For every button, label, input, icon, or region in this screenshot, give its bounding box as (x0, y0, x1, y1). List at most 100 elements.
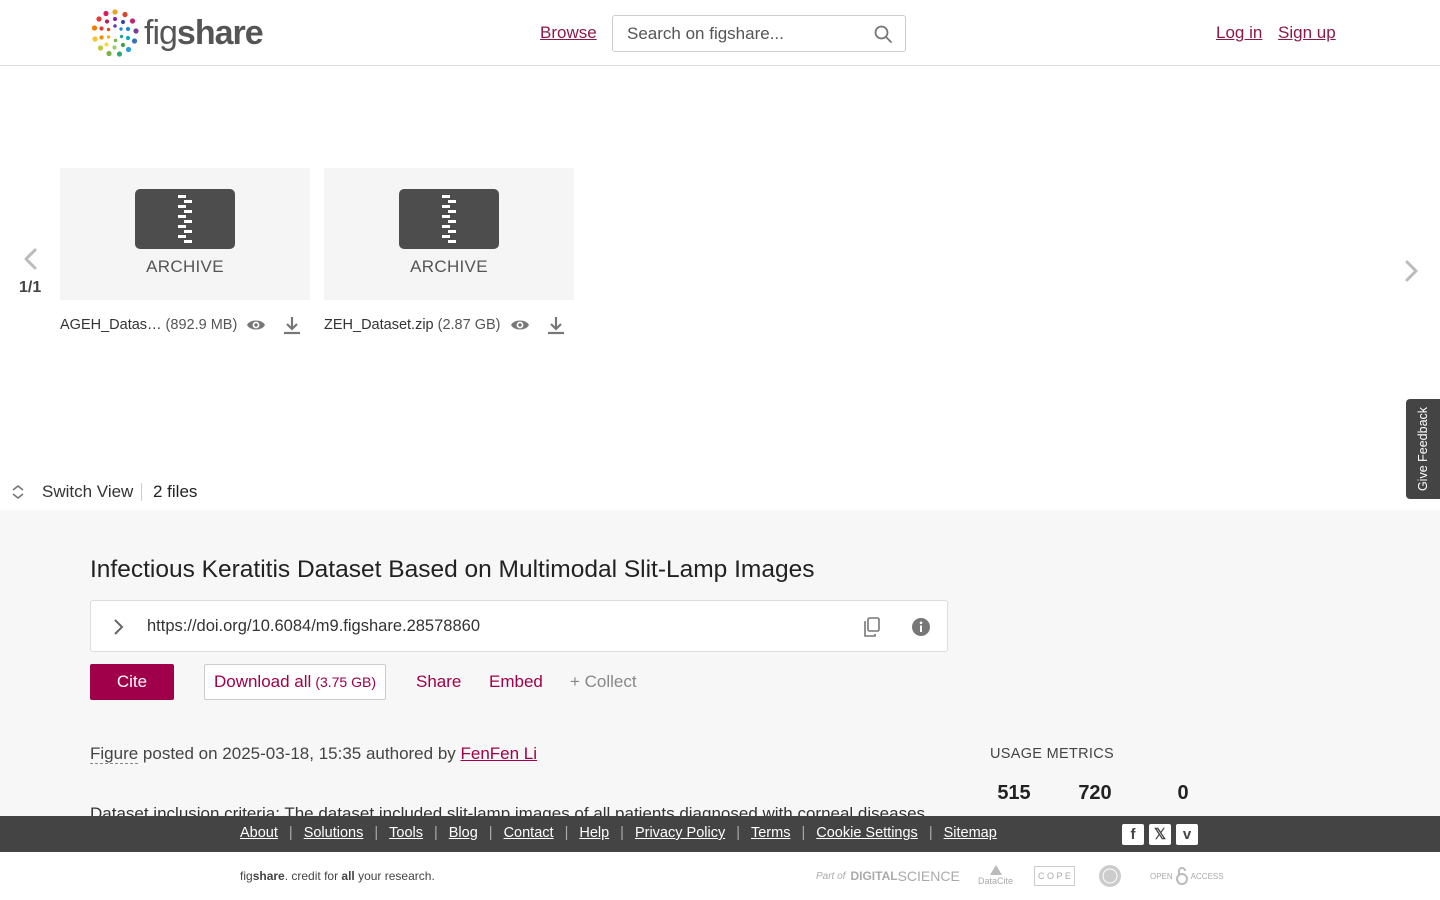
footer-link-sitemap[interactable]: Sitemap (944, 825, 997, 841)
separator: | (620, 825, 624, 841)
file-count: 2 files (153, 482, 198, 501)
download-all-label: Download all (213, 672, 312, 691)
carousel-page-count: 1/1 (19, 279, 42, 296)
search-box[interactable] (612, 15, 906, 52)
site-header: figshare Browse Log in Sign up (0, 0, 1440, 66)
file-meta: AGEH_Datas… (892.9 MB) (60, 315, 237, 335)
file-size: (892.9 MB) (165, 317, 238, 333)
figshare-logo-icon (91, 9, 139, 57)
partner-datacite: DataCite (978, 876, 1014, 886)
copy-icon[interactable] (863, 617, 881, 637)
collect-button[interactable]: + Collect (570, 672, 637, 692)
tagline-share: share (252, 869, 285, 883)
open-access-logo[interactable]: OPEN ACCESS (1150, 864, 1224, 888)
archive-icon (399, 189, 499, 249)
footer-links: About | Solutions | Tools | Blog | Contact | … (240, 825, 997, 841)
tagline-all: all (341, 869, 355, 883)
logo-fig: fig (144, 13, 178, 52)
footer-link-privacy[interactable]: Privacy Policy (635, 825, 725, 841)
partner-access: ACCESS (1190, 871, 1224, 881)
search-input[interactable] (627, 23, 857, 44)
item-type-link[interactable]: Figure (90, 744, 139, 764)
footer-link-solutions[interactable]: Solutions (304, 825, 364, 841)
search-icon[interactable] (873, 24, 893, 44)
x-icon[interactable]: 𝕏 (1149, 824, 1171, 845)
logo-share: share (176, 13, 264, 52)
tagline-end: your research. (354, 869, 435, 883)
download-all-button[interactable]: Download all (3.75 GB) (204, 664, 386, 700)
download-icon[interactable] (546, 315, 566, 335)
footer-link-about[interactable]: About (240, 825, 278, 841)
digital-science-logo[interactable]: Part of DIGITAL SCIENCE (816, 864, 960, 888)
file-preview-card[interactable]: ARCHIVE (324, 168, 574, 300)
info-icon[interactable] (911, 617, 931, 637)
open-access-icon (1175, 867, 1188, 885)
metric-value: 0 (1177, 782, 1189, 804)
facebook-icon[interactable]: f (1122, 824, 1144, 845)
item-title: Infectious Keratitis Dataset Based on Mu… (90, 556, 815, 583)
zipper-icon (442, 195, 456, 243)
archive-icon (135, 189, 235, 249)
separator: | (801, 825, 806, 841)
figshare-wordmark: figshare (144, 13, 264, 53)
footer-link-help[interactable]: Help (579, 825, 609, 841)
preview-eye-icon[interactable] (246, 315, 266, 335)
divider (141, 483, 142, 501)
file-name[interactable]: ZEH_Dataset.zip (324, 317, 434, 333)
separator: | (736, 825, 740, 841)
vimeo-icon[interactable]: v (1176, 824, 1198, 845)
signup-link[interactable]: Sign up (1278, 23, 1336, 43)
tagline-mid: . credit for (284, 869, 342, 883)
partner-digital: DIGITAL (850, 869, 898, 883)
download-all-size: (3.75 GB) (315, 674, 377, 690)
preview-eye-icon[interactable] (510, 315, 530, 335)
zipper-icon (178, 195, 192, 243)
carousel-prev-icon[interactable] (20, 246, 42, 272)
usage-metrics-label: USAGE METRICS (990, 746, 1114, 762)
metric-value: 515 (997, 782, 1031, 804)
file-meta: ZEH_Dataset.zip (2.87 GB) (324, 315, 500, 335)
doi-box: https://doi.org/10.6084/m9.figshare.2857… (90, 600, 948, 652)
posted-text: posted on 2025-03-18, 15:35 authored by (138, 744, 461, 763)
figshare-logo[interactable]: figshare (90, 8, 264, 58)
footer-link-blog[interactable]: Blog (449, 825, 478, 841)
footer-link-cookie-settings[interactable]: Cookie Settings (816, 825, 918, 841)
datacite-icon (989, 865, 1002, 875)
partner-part-of: Part of (816, 870, 846, 882)
footer-link-terms[interactable]: Terms (751, 825, 790, 841)
author-link[interactable]: FenFen Li (461, 744, 538, 763)
file-preview-card[interactable]: ARCHIVE (60, 168, 310, 300)
switch-view-button[interactable]: Switch View (42, 482, 133, 502)
file-name[interactable]: AGEH_Datas… (60, 317, 162, 333)
footer-link-tools[interactable]: Tools (389, 825, 423, 841)
download-icon[interactable] (282, 315, 302, 335)
separator: | (488, 825, 493, 841)
share-button[interactable]: Share (416, 672, 461, 692)
chevron-right-icon[interactable] (111, 617, 125, 637)
separator: | (433, 825, 438, 841)
cite-button[interactable]: Cite (90, 664, 174, 700)
posted-info: Figure posted on 2025-03-18, 15:35 autho… (90, 744, 537, 764)
tagline-fig: fig (240, 869, 253, 883)
embed-button[interactable]: Embed (489, 672, 543, 692)
doi-link[interactable]: https://doi.org/10.6084/m9.figshare.2857… (147, 617, 480, 636)
partner-science: SCIENCE (897, 868, 960, 884)
datacite-logo[interactable]: DataCite (978, 864, 1013, 888)
give-feedback-tab[interactable]: Give Feedback (1406, 399, 1440, 499)
login-link[interactable]: Log in (1216, 23, 1262, 43)
carousel-next-icon[interactable] (1400, 258, 1422, 284)
separator: | (374, 825, 379, 841)
footer-bar: About | Solutions | Tools | Blog | Contact | … (0, 816, 1440, 852)
file-type-label: ARCHIVE (146, 257, 224, 276)
partner-open: OPEN (1150, 871, 1173, 881)
separator: | (288, 825, 293, 841)
separator: | (564, 825, 569, 841)
cope-logo[interactable]: C O P E (1034, 866, 1075, 886)
metric-value: 720 (1078, 782, 1112, 804)
file-size: (2.87 GB) (437, 317, 501, 333)
seal-logo-icon[interactable] (1098, 864, 1122, 888)
footer-link-contact[interactable]: Contact (504, 825, 554, 841)
browse-link[interactable]: Browse (540, 23, 597, 43)
footer-bottom: figshare. credit for all your research. … (0, 852, 1440, 900)
switch-view-icon[interactable] (11, 484, 25, 500)
